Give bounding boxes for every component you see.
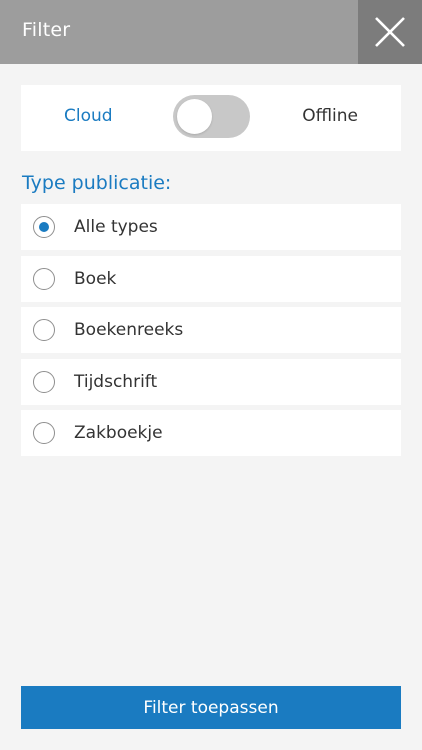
option-alle-types[interactable]: Alle types bbox=[21, 204, 401, 250]
source-toggle-card: Cloud Offline bbox=[21, 85, 401, 151]
option-boek[interactable]: Boek bbox=[21, 255, 401, 302]
apply-filter-button[interactable]: Filter toepassen bbox=[21, 686, 401, 729]
toggle-knob bbox=[177, 99, 212, 134]
header-bar: Filter bbox=[0, 0, 422, 64]
option-tijdschrift[interactable]: Tijdschrift bbox=[21, 358, 401, 405]
option-label: Zakboekje bbox=[74, 423, 163, 443]
publication-type-options: Alle types Boek Boekenreeks Tijdschrift … bbox=[21, 204, 401, 462]
radio-selected-dot bbox=[38, 221, 49, 232]
close-button[interactable] bbox=[358, 0, 422, 64]
radio-button[interactable] bbox=[33, 267, 55, 290]
radio-button[interactable] bbox=[33, 216, 55, 238]
option-label: Boekenreeks bbox=[74, 320, 184, 340]
option-label: Tijdschrift bbox=[74, 371, 158, 392]
close-icon bbox=[375, 17, 405, 47]
publication-type-heading: Type publicatie: bbox=[22, 172, 172, 194]
cloud-offline-toggle[interactable] bbox=[173, 95, 250, 138]
offline-label[interactable]: Offline bbox=[302, 106, 358, 126]
option-boekenreeks[interactable]: Boekenreeks bbox=[21, 307, 401, 353]
option-label: Alle types bbox=[74, 217, 158, 237]
radio-button[interactable] bbox=[33, 319, 55, 341]
option-label: Boek bbox=[74, 268, 117, 289]
option-zakboekje[interactable]: Zakboekje bbox=[21, 410, 401, 456]
radio-button[interactable] bbox=[33, 370, 55, 393]
cloud-label[interactable]: Cloud bbox=[64, 106, 113, 126]
radio-button[interactable] bbox=[33, 422, 55, 444]
page-title: Filter bbox=[22, 19, 71, 41]
